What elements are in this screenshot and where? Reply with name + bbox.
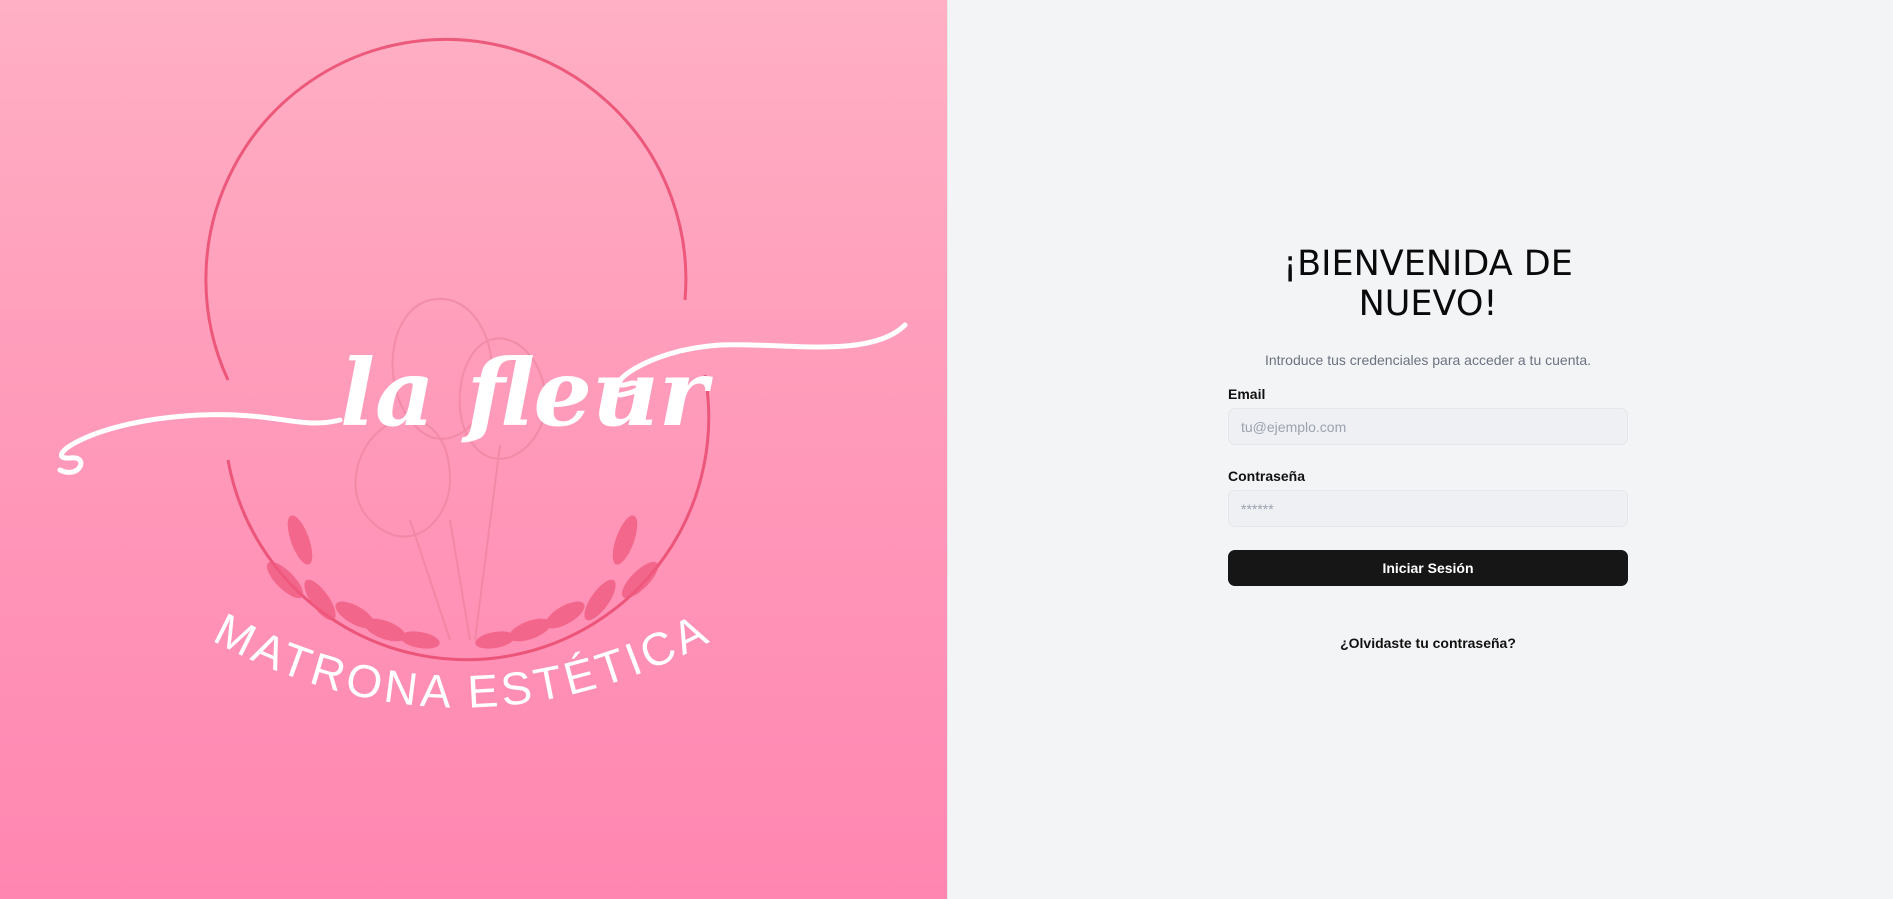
login-page: la fleur MATRONA ESTÉTICA ¡BIENVENIDA DE…	[0, 0, 1893, 899]
login-panel: ¡BIENVENIDA DE NUEVO! Introduce tus cred…	[948, 0, 1893, 899]
la-fleur-logo: la fleur MATRONA ESTÉTICA	[57, 37, 908, 718]
login-subtitle: Introduce tus credenciales para acceder …	[1264, 352, 1592, 368]
brand-panel: la fleur MATRONA ESTÉTICA	[0, 0, 948, 899]
password-label: Contraseña	[1228, 468, 1306, 484]
laurel-branches	[266, 515, 659, 649]
forgot-password-link[interactable]: ¿Olvidaste tu contraseña?	[1228, 635, 1628, 651]
logo-circle-top	[204, 37, 688, 381]
brand-script-name: la fleur	[340, 339, 714, 447]
email-input[interactable]	[1228, 408, 1628, 445]
welcome-title: ¡BIENVENIDA DE NUEVO!	[1283, 244, 1573, 324]
password-input[interactable]	[1228, 490, 1628, 527]
login-button[interactable]: Iniciar Sesión	[1228, 550, 1628, 586]
email-label: Email	[1228, 386, 1266, 402]
